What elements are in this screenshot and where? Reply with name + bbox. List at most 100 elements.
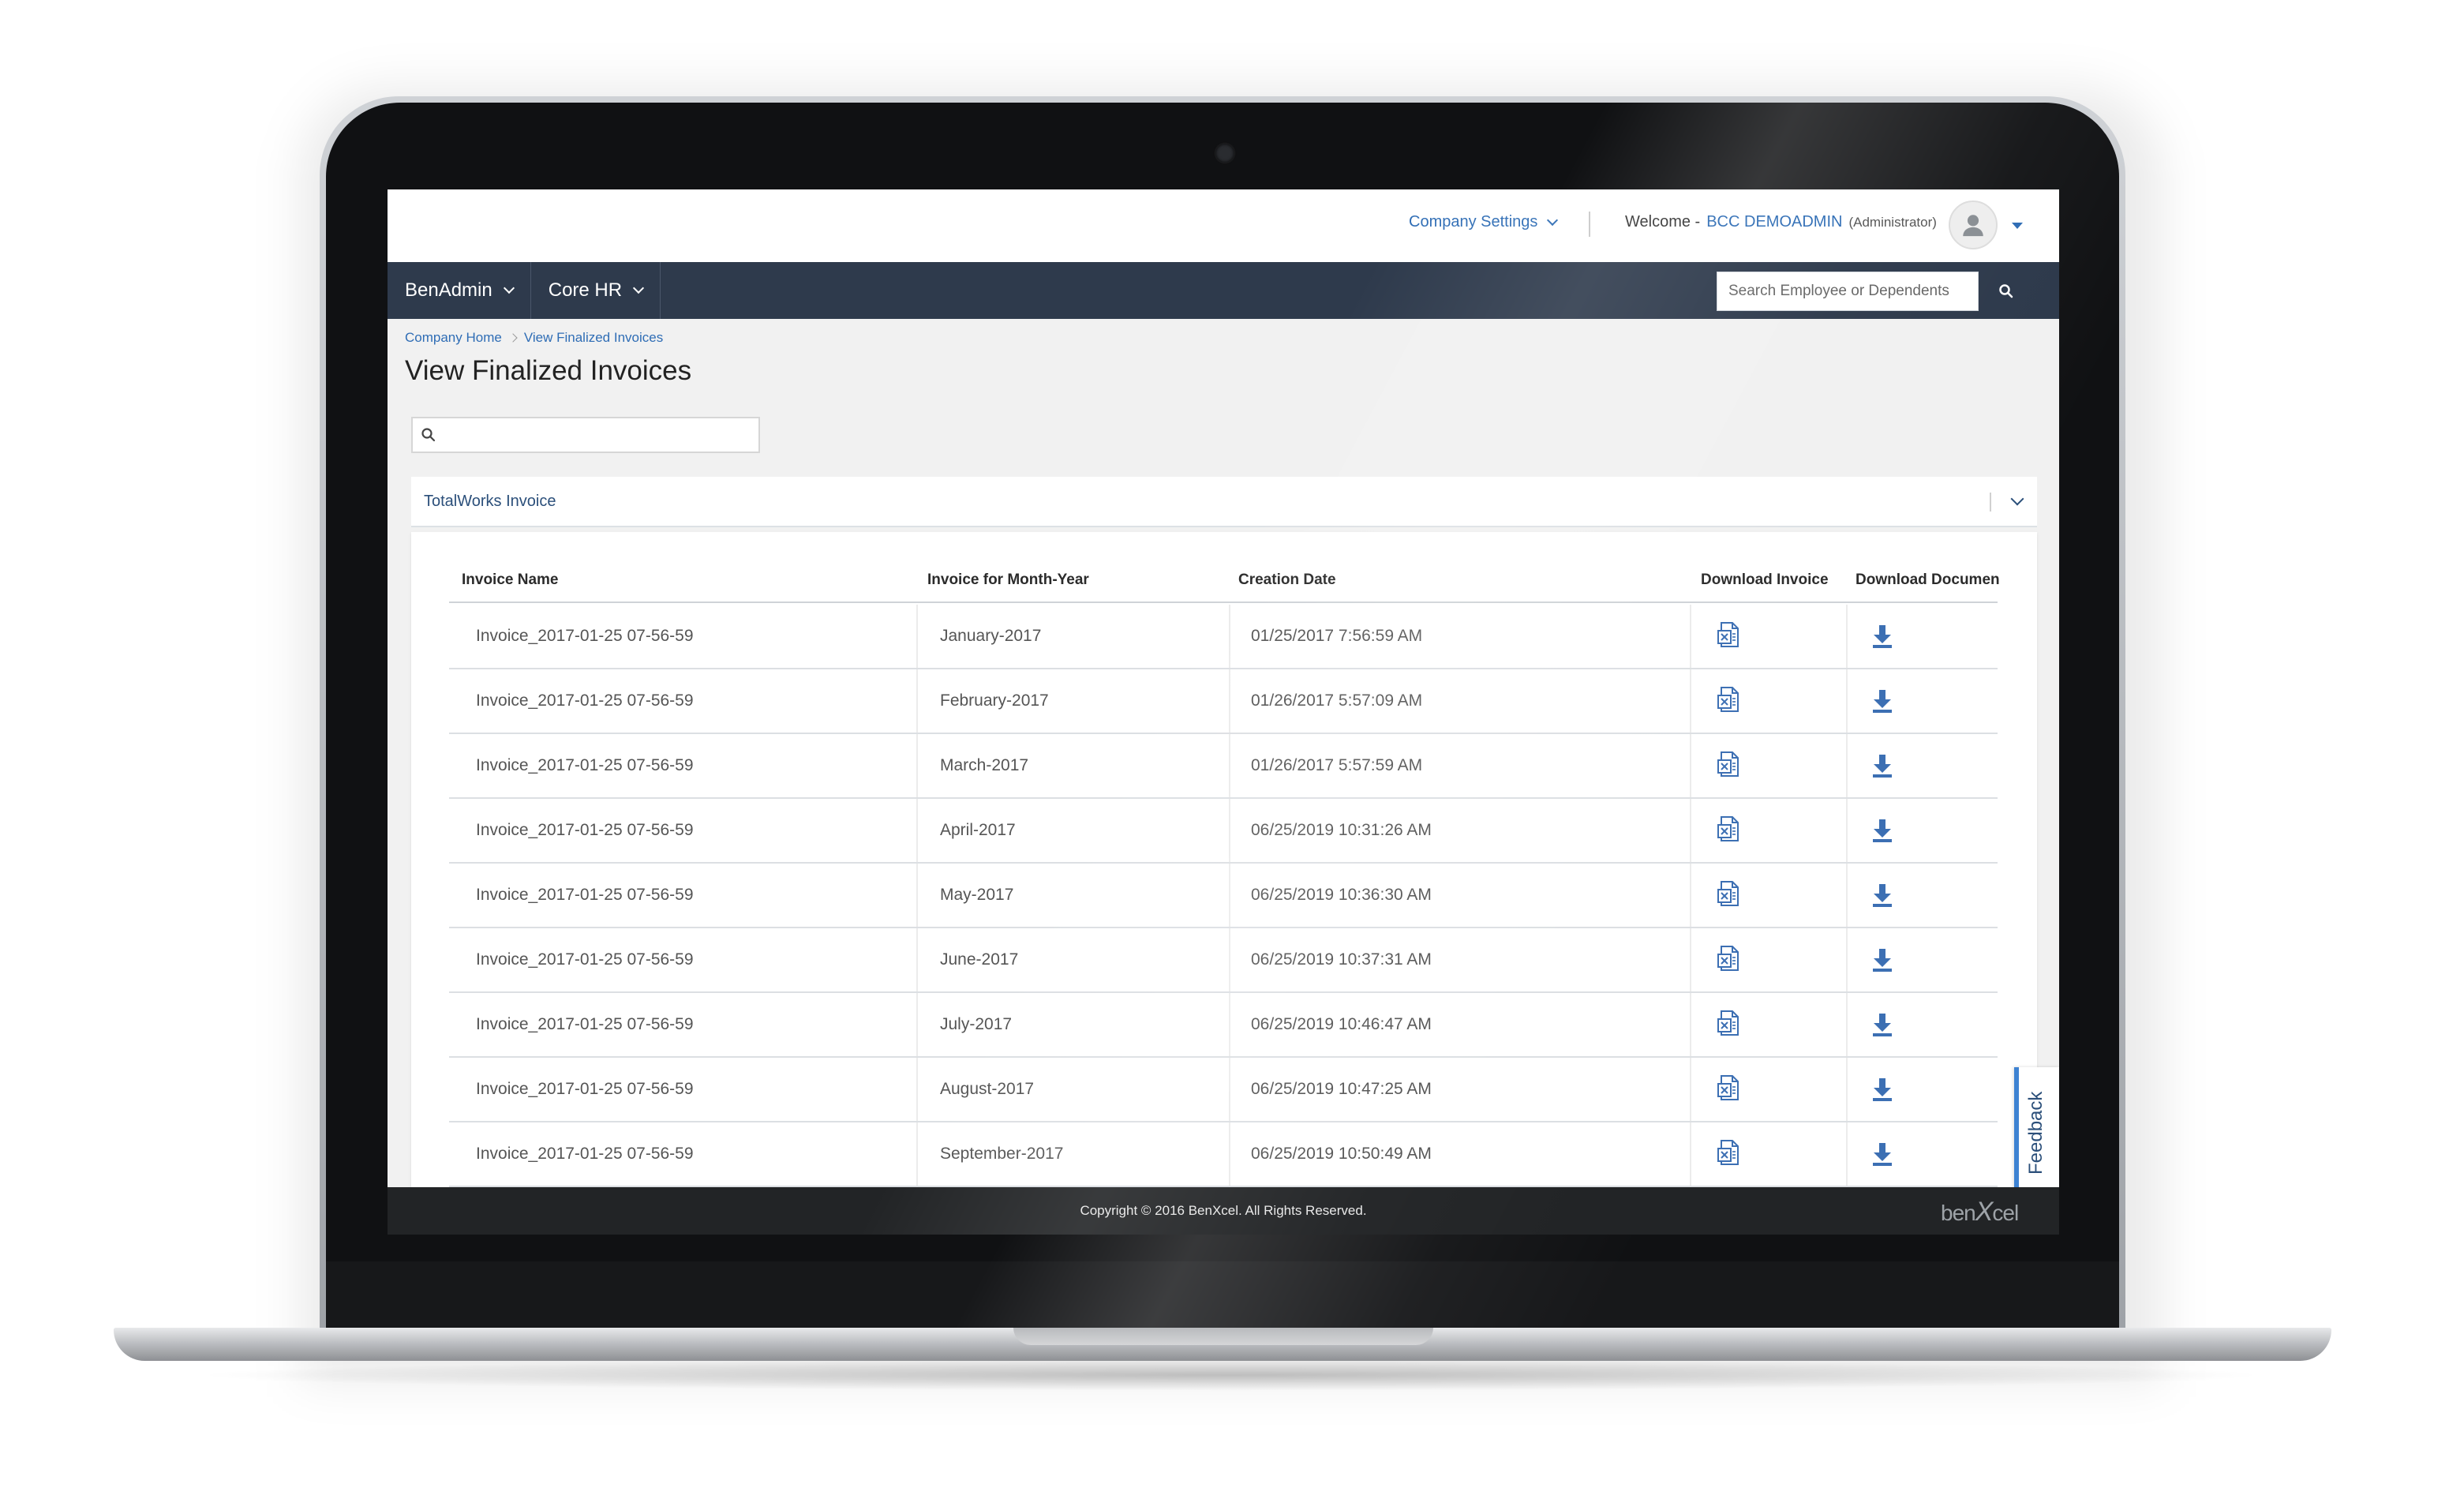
feedback-tab[interactable]: Feedback [2014, 1067, 2059, 1192]
table-row: Invoice_2017-01-25 07-56-59 September-201… [449, 1122, 1998, 1187]
invoice-name-cell: Invoice_2017-01-25 07-56-59 [476, 1015, 694, 1033]
chevron-down-icon [503, 282, 515, 294]
cell-divider [1229, 1122, 1230, 1186]
cell-divider [1846, 1122, 1848, 1186]
company-settings-menu[interactable]: Company Settings [1409, 213, 1559, 231]
app-screen: Company Settings Welcome - BCC DEMOADMIN… [388, 189, 2059, 1235]
month-year-cell: August-2017 [940, 1080, 1035, 1098]
creation-date-cell: 01/26/2017 5:57:09 AM [1251, 691, 1423, 710]
excel-file-icon[interactable] [1715, 1138, 1743, 1167]
camera-icon [1215, 144, 1234, 163]
divider [1990, 493, 1991, 512]
download-arrow-icon[interactable] [1868, 881, 1897, 909]
invoice-name-cell: Invoice_2017-01-25 07-56-59 [476, 627, 694, 645]
excel-file-icon[interactable] [1715, 685, 1743, 714]
creation-date-cell: 06/25/2019 10:36:30 AM [1251, 886, 1432, 904]
chevron-down-icon [1547, 214, 1559, 226]
month-year-cell: February-2017 [940, 691, 1049, 710]
invoice-name-cell: Invoice_2017-01-25 07-56-59 [476, 950, 694, 969]
cell-divider [1229, 1058, 1230, 1121]
cell-divider [1690, 734, 1691, 797]
download-arrow-icon[interactable] [1868, 1075, 1897, 1104]
collapse-toggle[interactable] [2004, 488, 2031, 515]
company-settings-label: Company Settings [1409, 213, 1538, 230]
user-avatar-icon[interactable] [1949, 200, 1998, 249]
creation-date-cell: 06/25/2019 10:50:49 AM [1251, 1145, 1432, 1163]
download-arrow-icon[interactable] [1868, 1140, 1897, 1168]
month-year-cell: May-2017 [940, 886, 1014, 904]
download-arrow-icon[interactable] [1868, 687, 1897, 715]
welcome-label: Welcome - [1625, 213, 1701, 230]
chevron-down-icon [633, 282, 645, 294]
nav-core-hr[interactable]: Core HR [531, 262, 661, 319]
feedback-label: Feedback [2025, 1091, 2046, 1175]
benxcel-logo: benXcel [1941, 1197, 2019, 1227]
column-header-invoice-name[interactable]: Invoice Name [462, 571, 559, 589]
month-year-cell: January-2017 [940, 627, 1042, 645]
user-role: (Administrator) [1848, 215, 1937, 230]
excel-file-icon[interactable] [1715, 944, 1743, 972]
divider [1589, 212, 1590, 237]
cell-divider [1690, 669, 1691, 733]
creation-date-cell: 06/25/2019 10:31:26 AM [1251, 821, 1432, 839]
cell-divider [1846, 864, 1848, 927]
column-header-creation-date[interactable]: Creation Date [1238, 571, 1336, 589]
user-name-link[interactable]: BCC DEMOADMIN [1706, 213, 1842, 231]
table-header: Invoice Name Invoice for Month-Year Crea… [449, 532, 2000, 603]
cell-divider [916, 734, 918, 797]
excel-file-icon[interactable] [1715, 879, 1743, 908]
laptop-base-notch [1013, 1328, 1433, 1345]
cell-divider [1229, 864, 1230, 927]
month-year-cell: September-2017 [940, 1145, 1064, 1163]
cell-divider [1846, 928, 1848, 991]
invoice-filter[interactable] [411, 417, 760, 453]
creation-date-cell: 06/25/2019 10:46:47 AM [1251, 1015, 1432, 1033]
table-row: Invoice_2017-01-25 07-56-59 April-2017 06/… [449, 799, 1998, 864]
cell-divider [1846, 605, 1848, 668]
nav-benadmin[interactable]: BenAdmin [388, 262, 531, 319]
cell-divider [1229, 928, 1230, 991]
cell-divider [1690, 605, 1691, 668]
excel-file-icon[interactable] [1715, 1074, 1743, 1102]
invoice-filter-input[interactable] [444, 418, 758, 452]
invoice-table: Invoice Name Invoice for Month-Year Crea… [411, 532, 2037, 1235]
excel-file-icon[interactable] [1715, 620, 1743, 649]
invoice-name-cell: Invoice_2017-01-25 07-56-59 [476, 1080, 694, 1098]
download-arrow-icon[interactable] [1868, 946, 1897, 974]
invoice-group-header[interactable]: TotalWorks Invoice [411, 477, 2037, 527]
cell-divider [1229, 993, 1230, 1056]
invoice-name-cell: Invoice_2017-01-25 07-56-59 [476, 691, 694, 710]
cell-divider [916, 799, 918, 862]
employee-search-input[interactable] [1717, 272, 1979, 311]
user-menu-caret-icon[interactable] [2012, 223, 2023, 229]
top-bar: Company Settings Welcome - BCC DEMOADMIN… [388, 189, 2059, 262]
creation-date-cell: 01/25/2017 7:56:59 AM [1251, 627, 1423, 645]
invoice-name-cell: Invoice_2017-01-25 07-56-59 [476, 756, 694, 774]
excel-file-icon[interactable] [1715, 815, 1743, 843]
download-arrow-icon[interactable] [1868, 816, 1897, 845]
cell-divider [916, 864, 918, 927]
column-header-month-year[interactable]: Invoice for Month-Year [927, 571, 1089, 589]
cell-divider [1846, 734, 1848, 797]
breadcrumb-home[interactable]: Company Home [405, 330, 502, 346]
download-arrow-icon[interactable] [1868, 751, 1897, 780]
breadcrumb-current[interactable]: View Finalized Invoices [524, 330, 663, 346]
table-row: Invoice_2017-01-25 07-56-59 March-2017 01/… [449, 734, 1998, 799]
download-arrow-icon[interactable] [1868, 622, 1897, 650]
month-year-cell: July-2017 [940, 1015, 1013, 1033]
table-row: Invoice_2017-01-25 07-56-59 January-2017 0… [449, 605, 1998, 669]
cell-divider [1690, 864, 1691, 927]
cell-divider [1229, 605, 1230, 668]
excel-file-icon[interactable] [1715, 1009, 1743, 1037]
cell-divider [1690, 1058, 1691, 1121]
search-button[interactable] [1979, 272, 2034, 311]
cell-divider [1690, 993, 1691, 1056]
cell-divider [1846, 799, 1848, 862]
main-navbar: BenAdmin Core HR [388, 262, 2059, 319]
excel-file-icon[interactable] [1715, 750, 1743, 778]
download-arrow-icon[interactable] [1868, 1010, 1897, 1039]
invoice-name-cell: Invoice_2017-01-25 07-56-59 [476, 886, 694, 904]
table-row: Invoice_2017-01-25 07-56-59 July-2017 06/2… [449, 993, 1998, 1058]
footer: Copyright © 2016 BenXcel. All Rights Res… [388, 1187, 2059, 1235]
search-icon [1999, 284, 2013, 298]
